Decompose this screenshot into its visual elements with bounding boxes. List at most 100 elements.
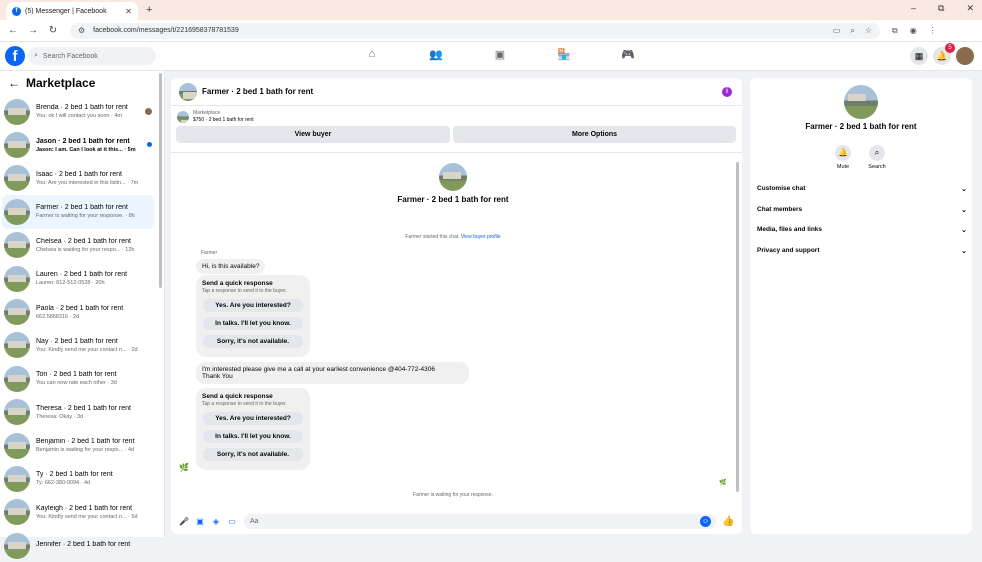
conversation-item[interactable]: Paola · 2 bed 1 bath for rent 662.5868316… bbox=[0, 295, 156, 328]
back-icon[interactable]: ← bbox=[6, 25, 20, 36]
message-bubble[interactable]: I'm interested please give me a call at … bbox=[196, 362, 469, 384]
conversation-item[interactable]: Lauren · 2 bed 1 bath for rent Lauren: 81… bbox=[0, 262, 156, 295]
gif-icon[interactable]: ▭ bbox=[226, 517, 238, 526]
quick-reply-not-available-button[interactable]: Sorry, it's not available. bbox=[203, 335, 303, 348]
quick-response-card: Send a quick response Tap a response to … bbox=[196, 275, 310, 357]
microphone-icon[interactable]: 🎤 bbox=[178, 517, 190, 526]
notifications-icon[interactable]: 🔔 5 bbox=[933, 43, 955, 65]
conversation-preview: You can now rate each other · 3d bbox=[36, 380, 117, 387]
conversation-item[interactable]: Tori · 2 bed 1 bath for rent You can now … bbox=[0, 362, 156, 395]
conversation-preview: Farmer is waiting for your response. · 8… bbox=[36, 213, 135, 220]
close-window-button[interactable]: ✕ bbox=[966, 3, 974, 14]
tab-close-icon[interactable]: ✕ bbox=[125, 7, 132, 16]
customise-chat-section[interactable]: Customise chat ⌄ bbox=[757, 185, 967, 193]
browser-tab[interactable]: f (5) Messenger | Facebook ✕ bbox=[6, 2, 138, 20]
chat-header: Farmer · 2 bed 1 bath for rent i bbox=[171, 78, 742, 106]
extensions-icon[interactable]: ⧉ bbox=[892, 26, 898, 36]
marketplace-label: Marketplace bbox=[193, 110, 221, 116]
media-files-links-section[interactable]: Media, files and links ⌄ bbox=[757, 226, 967, 234]
conversation-preview: Benjamin is waiting for your respo... · … bbox=[36, 447, 135, 454]
chat-scrollbar[interactable] bbox=[736, 156, 740, 501]
listing-summary: Marketplace $750 · 2 bed 1 bath for rent bbox=[171, 106, 742, 123]
view-buyer-button[interactable]: View buyer bbox=[176, 126, 450, 143]
message-bubble[interactable]: Hi, is this available? bbox=[196, 259, 266, 274]
zoom-icon[interactable]: ⌕ bbox=[850, 26, 854, 36]
conversation-title: Chelsea · 2 bed 1 bath for rent bbox=[36, 237, 131, 245]
thumbs-up-icon[interactable]: 👍 bbox=[722, 516, 734, 527]
quick-reply-not-available-button[interactable]: Sorry, it's not available. bbox=[203, 448, 303, 461]
search-placeholder: Search Facebook bbox=[42, 52, 98, 60]
conversation-title: Farmer · 2 bed 1 bath for rent bbox=[36, 204, 128, 212]
url-text: facebook.com/messages/t/2216958378781539 bbox=[93, 27, 239, 34]
listing-price-title[interactable]: $750 · 2 bed 1 bath for rent bbox=[193, 117, 254, 123]
facebook-favicon-icon: f bbox=[12, 6, 21, 16]
conversation-item[interactable]: Nay · 2 bed 1 bath for rent You: Kindly s… bbox=[0, 329, 156, 362]
account-avatar[interactable] bbox=[956, 47, 974, 65]
conversation-preview: Ty: 662-380-0094 · 4d bbox=[36, 480, 91, 487]
conversation-item[interactable]: Chelsea · 2 bed 1 bath for rent Chelsea i… bbox=[0, 229, 156, 262]
minimize-button[interactable]: – bbox=[911, 3, 916, 14]
view-buyer-profile-link[interactable]: View buyer profile bbox=[461, 234, 501, 240]
conversation-item[interactable]: Isaac · 2 bed 1 bath for rent You: Are yo… bbox=[0, 162, 156, 195]
emoji-icon[interactable]: ☺ bbox=[700, 515, 711, 527]
info-icon[interactable]: i bbox=[722, 87, 732, 97]
facebook-header: f ⌕ Search Facebook ⌂ 👥 ▣ 🏪 🎮 ▦ 🔔 5 bbox=[0, 42, 982, 71]
browser-menu-icon[interactable]: ⋮ bbox=[929, 26, 937, 36]
search-action[interactable]: ⌕ Search bbox=[862, 145, 892, 170]
conversation-item[interactable]: Benjamin · 2 bed 1 bath for rent Benjamin… bbox=[0, 429, 156, 462]
profile-icon[interactable]: ◉ bbox=[910, 26, 917, 36]
conversation-list: Brenda · 2 bed 1 bath for rent You: ok I … bbox=[0, 95, 164, 562]
listing-thumbnail[interactable] bbox=[179, 82, 197, 101]
bookmark-star-icon[interactable]: ☆ bbox=[865, 26, 872, 36]
conversation-item[interactable]: Brenda · 2 bed 1 bath for rent You: ok I … bbox=[0, 95, 156, 128]
listing-large-thumbnail bbox=[439, 163, 467, 191]
restore-button[interactable]: ⧉ bbox=[938, 3, 944, 14]
forward-icon[interactable]: → bbox=[26, 25, 40, 36]
message-input[interactable]: Aa ☺ bbox=[244, 513, 716, 529]
menu-grid-icon[interactable]: ▦ bbox=[910, 47, 928, 65]
quick-response-title: Send a quick response bbox=[202, 393, 273, 400]
sticker-icon[interactable]: ◈ bbox=[210, 517, 222, 526]
facebook-logo-icon[interactable]: f bbox=[5, 46, 25, 66]
quick-response-subtitle: Tap a response to send it to the buyer. bbox=[202, 288, 287, 294]
window-controls: – ⧉ ✕ bbox=[911, 3, 974, 14]
mute-action[interactable]: 🔔 Mute bbox=[828, 145, 858, 170]
details-listing-thumbnail[interactable] bbox=[844, 85, 878, 119]
new-tab-button[interactable]: + bbox=[146, 4, 152, 16]
quick-reply-yes-button[interactable]: Yes. Are you interested? bbox=[203, 299, 303, 312]
conversation-item[interactable]: Jason · 2 bed 1 bath for rent Jason: I am… bbox=[0, 128, 156, 161]
listing-thumbnail bbox=[4, 399, 30, 426]
listing-thumbnail bbox=[4, 232, 30, 259]
browser-tabbar: f (5) Messenger | Facebook ✕ + – ⧉ ✕ bbox=[0, 0, 982, 20]
conversation-item[interactable]: Ty · 2 bed 1 bath for rent Ty: 662-380-00… bbox=[0, 462, 156, 495]
conversation-item[interactable]: Farmer · 2 bed 1 bath for rent Farmer is … bbox=[2, 195, 154, 229]
marketplace-sidebar: ← Marketplace Brenda · 2 bed 1 bath for … bbox=[0, 71, 165, 559]
listing-small-thumbnail[interactable] bbox=[177, 110, 189, 123]
facebook-search-input[interactable]: ⌕ Search Facebook bbox=[28, 47, 156, 65]
conversation-item[interactable]: Kayleigh · 2 bed 1 bath for rent You: Kin… bbox=[0, 496, 156, 529]
photo-icon[interactable]: ▣ bbox=[194, 517, 206, 526]
read-receipt-avatar bbox=[145, 108, 152, 115]
conversation-item[interactable]: Theresa · 2 bed 1 bath for rent Theresa: … bbox=[0, 396, 156, 429]
friends-icon[interactable]: 👥 bbox=[404, 48, 468, 61]
reload-icon[interactable]: ↻ bbox=[46, 25, 60, 36]
marketplace-icon[interactable]: 🏪 bbox=[532, 48, 596, 61]
chat-title[interactable]: Farmer · 2 bed 1 bath for rent bbox=[202, 87, 313, 96]
chat-members-section[interactable]: Chat members ⌄ bbox=[757, 206, 967, 214]
watch-icon[interactable]: ▣ bbox=[468, 48, 532, 61]
site-info-icon[interactable]: ⚙ bbox=[78, 26, 85, 35]
back-arrow-icon[interactable]: ← bbox=[8, 76, 20, 90]
install-app-icon[interactable]: ▭ bbox=[833, 26, 841, 36]
url-field[interactable]: ⚙ facebook.com/messages/t/22169583787815… bbox=[70, 22, 880, 39]
quick-reply-in-talks-button[interactable]: In talks. I'll let you know. bbox=[203, 430, 303, 443]
gaming-icon[interactable]: 🎮 bbox=[596, 48, 660, 61]
conversation-item[interactable]: Jennifer · 2 bed 1 bath for rent bbox=[0, 529, 156, 562]
privacy-support-section[interactable]: Privacy and support ⌄ bbox=[757, 247, 967, 255]
quick-reply-yes-button[interactable]: Yes. Are you interested? bbox=[203, 412, 303, 425]
sidebar-scrollbar[interactable] bbox=[159, 73, 162, 288]
more-options-button[interactable]: More Options bbox=[453, 126, 736, 143]
home-icon[interactable]: ⌂ bbox=[340, 48, 404, 61]
address-bar-row: ← → ↻ ⚙ facebook.com/messages/t/22169583… bbox=[0, 20, 982, 42]
quick-reply-in-talks-button[interactable]: In talks. I'll let you know. bbox=[203, 317, 303, 330]
listing-actions: View buyer More Options bbox=[171, 123, 742, 143]
